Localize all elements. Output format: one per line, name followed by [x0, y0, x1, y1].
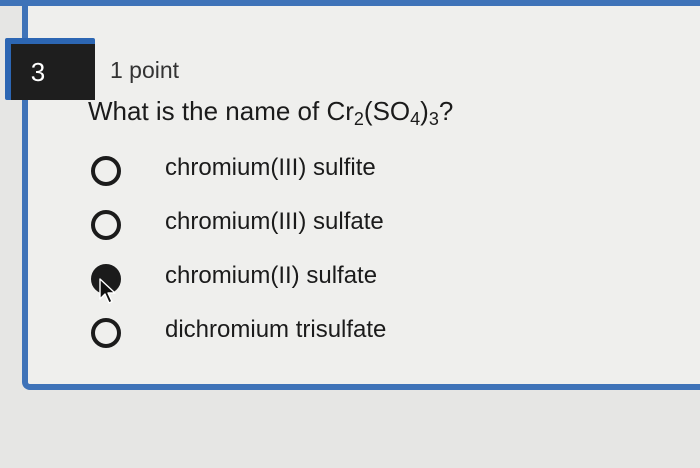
formula-mid: (SO — [363, 96, 411, 126]
answer-option[interactable]: chromium(III) sulfite — [88, 154, 508, 194]
answer-label: chromium(III) sulfate — [165, 208, 384, 235]
radio-button[interactable] — [91, 156, 121, 186]
answer-option[interactable]: dichromium trisulfate — [88, 316, 508, 356]
formula-sub-o: 4 — [410, 109, 421, 129]
formula-sub-cr: 2 — [353, 109, 364, 129]
answer-option[interactable]: chromium(III) sulfate — [88, 208, 508, 248]
answer-label: dichromium trisulfate — [165, 316, 387, 343]
radio-button[interactable] — [91, 318, 121, 348]
question-points: 1 point — [110, 57, 180, 83]
answer-option-selected[interactable]: chromium(II) sulfate — [88, 262, 508, 302]
mouse-pointer-icon — [99, 278, 116, 304]
question-number: 3 — [11, 44, 95, 100]
question-prompt: What is the name of Cr2(SO4)3? — [88, 96, 454, 129]
answer-label: chromium(III) sulfite — [165, 154, 376, 181]
prompt-suffix: ? — [438, 96, 454, 126]
formula-sub-group: 3 — [428, 109, 439, 129]
question-number-badge: 3 — [5, 38, 95, 100]
radio-button[interactable] — [91, 210, 121, 240]
formula-close: ) — [420, 96, 429, 126]
answer-label: chromium(II) sulfate — [165, 262, 378, 289]
prompt-prefix: What is the name of Cr — [88, 96, 354, 126]
